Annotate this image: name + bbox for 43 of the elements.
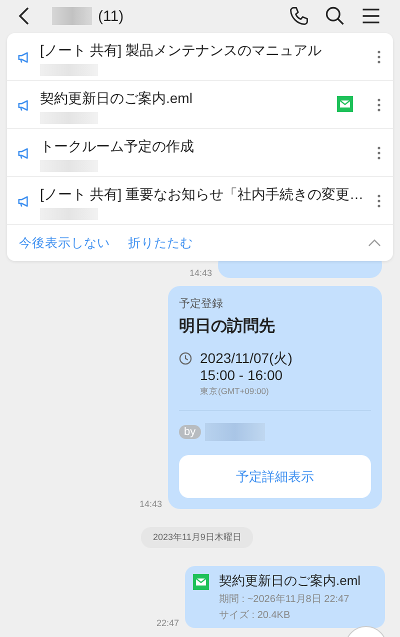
more-icon[interactable] <box>377 194 381 208</box>
announcement-item[interactable]: [ノート 共有] 製品メンテナンスのマニュアル <box>7 33 393 81</box>
announcement-title: 契約更新日のご案内.eml <box>40 90 194 108</box>
blurred-name <box>52 7 92 25</box>
file-name: 契約更新日のご案内.eml <box>219 572 361 590</box>
blurred-text <box>40 208 98 220</box>
back-icon[interactable] <box>18 6 30 26</box>
blurred-text <box>40 112 98 124</box>
date-separator: 2023年11月9日木曜日 <box>141 527 254 548</box>
mail-icon <box>193 574 209 590</box>
message-time: 14:43 <box>139 499 162 509</box>
file-message[interactable]: 契約更新日のご案内.eml 期間 : ~2026年11月8日 22:47 サイズ : 20.4KB <box>185 566 385 628</box>
blurred-text <box>40 64 98 76</box>
event-timezone: 東京(GMT+09:00) <box>200 386 270 398</box>
event-label: 予定登録 <box>179 296 224 311</box>
blurred-name <box>204 423 265 441</box>
announcement-title: [ノート 共有] 重要なお知らせ「社内手続きの変更… <box>40 186 365 204</box>
megaphone-icon <box>17 99 30 112</box>
message-time: 22:47 <box>156 618 179 628</box>
chevron-icon[interactable] <box>368 239 381 247</box>
megaphone-icon <box>17 147 30 160</box>
by-badge: by <box>179 425 201 439</box>
megaphone-icon <box>17 195 30 208</box>
announcement-item[interactable]: 契約更新日のご案内.eml <box>7 81 393 129</box>
megaphone-icon <box>17 51 30 64</box>
event-title: 明日の訪問先 <box>179 316 276 337</box>
phone-icon[interactable] <box>288 5 310 27</box>
announcement-item[interactable]: [ノート 共有] 重要なお知らせ「社内手続きの変更… <box>7 177 393 225</box>
search-icon[interactable] <box>324 5 346 27</box>
message-time: 14:43 <box>189 268 212 278</box>
announcement-title: [ノート 共有] 製品メンテナンスのマニュアル <box>40 42 323 60</box>
announcement-title: トークルーム予定の作成 <box>40 138 195 156</box>
event-hours: 15:00 - 16:00 <box>200 367 284 384</box>
member-count: (11) <box>98 8 124 24</box>
event-date: 2023/11/07(火) <box>200 350 292 367</box>
more-icon[interactable] <box>377 98 381 112</box>
more-icon[interactable] <box>377 50 381 64</box>
file-size: サイズ : 20.4KB <box>219 609 292 622</box>
file-period: 期間 : ~2026年11月8日 22:47 <box>219 592 350 606</box>
blurred-text <box>40 160 98 172</box>
clock-icon <box>179 352 192 365</box>
more-icon[interactable] <box>377 146 381 160</box>
announcement-item[interactable]: トークルーム予定の作成 <box>7 129 393 177</box>
